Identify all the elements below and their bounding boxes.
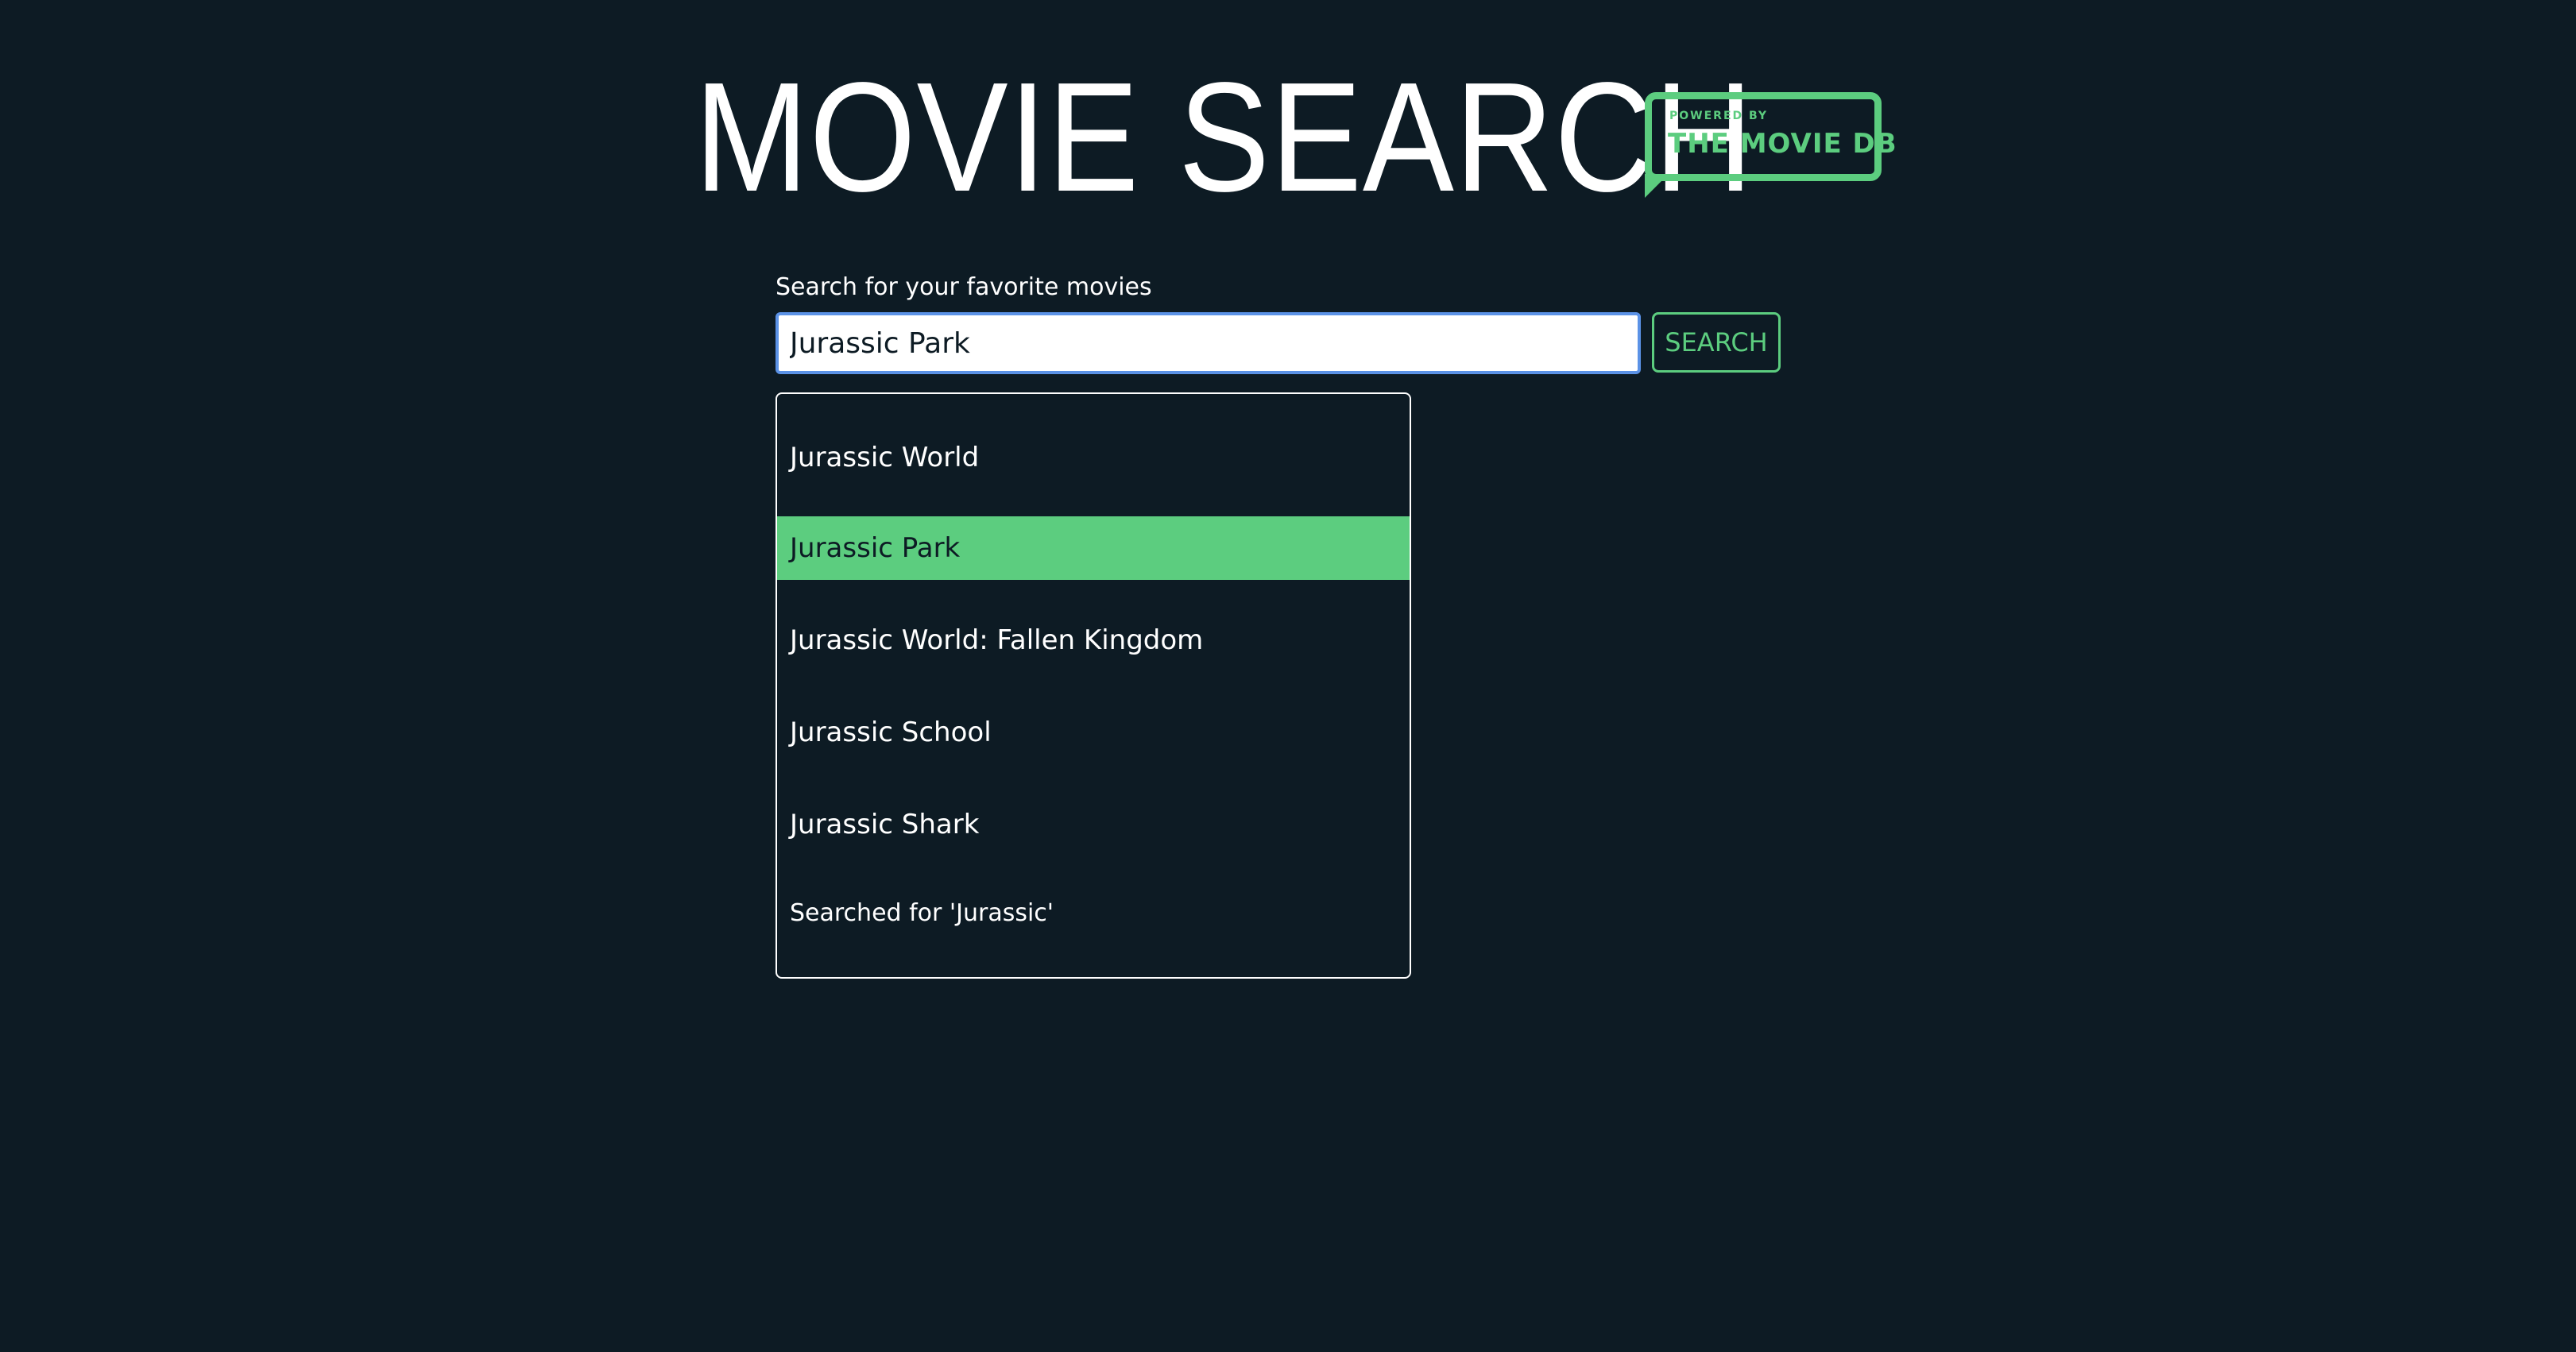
suggestion-item[interactable]: Jurassic School: [777, 701, 1410, 764]
header: MOVIE SEARCH POWERED BY THE MOVIE DB: [0, 50, 2576, 224]
page-title: MOVIE SEARCH: [694, 50, 1754, 224]
tmdb-name: THE MOVIE DB: [1668, 128, 1897, 160]
search-button[interactable]: SEARCH: [1652, 312, 1781, 373]
search-label: Search for your favorite movies: [776, 273, 1152, 301]
search-input[interactable]: [776, 312, 1641, 374]
tmdb-powered-by: POWERED BY: [1669, 110, 1769, 122]
suggestion-item[interactable]: Jurassic Shark: [777, 793, 1410, 856]
suggestion-item-highlighted[interactable]: Jurassic Park: [777, 516, 1410, 580]
speech-bubble-tail-icon: [1645, 174, 1669, 198]
searched-for-note: Searched for 'Jurassic': [790, 899, 1054, 927]
suggestions-dropdown: Jurassic World Jurassic Park Jurassic Wo…: [776, 392, 1411, 979]
suggestion-item[interactable]: Jurassic World: Fallen Kingdom: [777, 608, 1410, 672]
tmdb-logo: POWERED BY THE MOVIE DB: [1645, 92, 1897, 198]
suggestion-item[interactable]: Jurassic World: [777, 426, 1410, 489]
